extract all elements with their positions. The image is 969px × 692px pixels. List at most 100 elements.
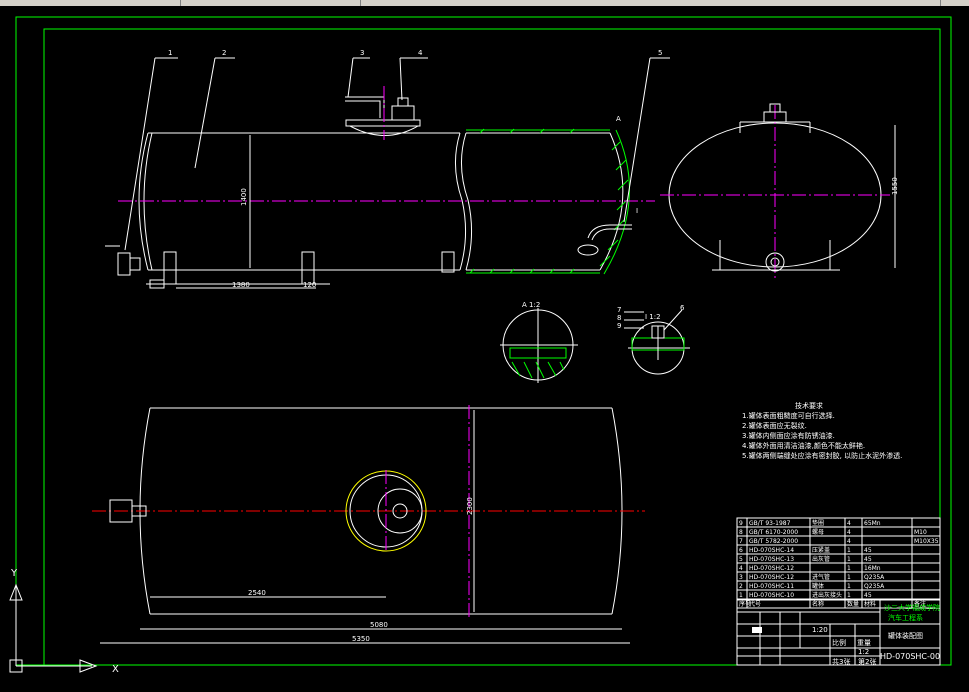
bom-cell: 1 (847, 583, 851, 590)
bom-table[interactable]: 9 GB/T 93-1987 垫圈 4 65Mn 8 GB/T 6170-2000 螺母 4 M1… (736, 517, 941, 609)
bom-cell: GB/T 5782-2000 (749, 538, 798, 545)
bom-header-cell: 名称 (812, 600, 824, 608)
bom-cell: 1 (847, 574, 851, 581)
drawing-canvas[interactable]: 1400 1380 120 1 2 3 4 5 A I 1550 A 1:2 I… (0, 6, 969, 688)
dim-120: 120 (303, 281, 316, 289)
top-view[interactable]: 2540 5080 5350 2300 (92, 405, 645, 644)
bom-cell: HD-070SHC-12 (749, 574, 794, 581)
detail-a[interactable]: A 1:2 (500, 301, 578, 383)
bom-cell: 1 (847, 556, 851, 563)
balloon-4: 4 (418, 49, 423, 57)
bom-cell: 16Mn (864, 565, 881, 572)
detail-i[interactable]: I 1:2 7 8 9 6 (617, 304, 690, 375)
bom-cell: 45 (864, 547, 872, 554)
section-mark-a: A (616, 115, 621, 123)
dim-5350: 5350 (352, 635, 370, 643)
ucs-axis-icon: Y X (9, 568, 119, 675)
dim-1550: 1550 (891, 177, 899, 195)
technical-notes: 技术要求 1.罐体表面粗糙度可自行选择. 2.罐体表面应无裂纹. 3.罐体内侧面… (742, 401, 902, 460)
drawing-number: HD-070SHC-00 (880, 652, 940, 661)
bom-header-cell: 代号 (749, 600, 761, 608)
drawing-name: 罐体装配图 (888, 631, 923, 640)
balloon-8: 8 (617, 314, 621, 322)
ucs-x-label: X (112, 664, 119, 675)
bom-cell: 4 (847, 520, 851, 527)
bom-cell: 6 (739, 547, 743, 554)
dim-2540: 2540 (248, 589, 266, 597)
bom-cell: GB/T 93-1987 (749, 520, 791, 527)
bom-cell: 1 (847, 547, 851, 554)
bom-cell: 罐体 (812, 582, 824, 590)
dim-1380: 1380 (232, 281, 250, 289)
bom-cell: HD-070SHC-11 (749, 583, 794, 590)
side-view[interactable]: 1550 (660, 103, 899, 280)
bom-cell: HD-070SHC-14 (749, 547, 794, 554)
bom-cell: 4 (847, 529, 851, 536)
department-name: 汽车工程系 (888, 613, 923, 622)
bom-cell: 8 (739, 529, 743, 536)
bom-cell: 压紧盖 (812, 546, 830, 554)
bom-cell: 1 (739, 592, 743, 599)
balloon-9: 9 (617, 322, 621, 330)
bom-cell: 螺母 (812, 528, 824, 536)
note-item: 4.罐体外面用清洁油漆,颜色不能太鲜艳. (742, 441, 865, 450)
bom-cell: 2 (739, 583, 743, 590)
dim-1400: 1400 (240, 188, 248, 206)
front-view[interactable]: 1400 1380 120 (105, 86, 655, 289)
detail-a-label: A 1:2 (522, 301, 540, 309)
bom-cell: 5 (739, 556, 743, 563)
bom-cell: Q235A (864, 574, 885, 581)
bom-cell: 进气管 (812, 573, 830, 581)
bom-cell: 4 (739, 565, 743, 572)
bom-cell: 出灰管 (812, 555, 830, 563)
bom-cell: 7 (739, 538, 743, 545)
inner-frame (43, 28, 941, 666)
bom-cell: 4 (847, 538, 851, 545)
section-mark-i: I (636, 207, 638, 215)
filled-cell (752, 627, 762, 633)
balloon-3: 3 (360, 49, 364, 57)
bom-cell: 9 (739, 520, 743, 527)
bom-cell: 45 (864, 556, 872, 563)
cad-drawing[interactable]: 1400 1380 120 1 2 3 4 5 A I 1550 A 1:2 I… (0, 6, 969, 688)
title-block[interactable]: 1:20 比例 重量 1:2 共3张 第2张 沙三大学福成学院 汽车工程系 罐体… (736, 599, 941, 666)
note-item: 3.罐体内侧面应涂有防锈油漆. (742, 431, 835, 440)
balloon-5: 5 (658, 49, 662, 57)
bom-header-cell: 数量 (847, 600, 859, 608)
bom-cell: 3 (739, 574, 743, 581)
bom-header-cell: 材料 (864, 600, 876, 608)
detail-i-label: I 1:2 (645, 313, 661, 321)
balloon-6: 6 (680, 304, 685, 312)
bom-cell: M10X35 (914, 538, 939, 545)
bom-cell: 进出灰接头 (812, 591, 842, 599)
scale-value: 1:2 (858, 648, 869, 656)
dim-5080: 5080 (370, 621, 388, 629)
front-view-balloons: 1 2 3 4 5 A I (124, 49, 670, 251)
balloon-1: 1 (168, 49, 172, 57)
bom-cell: 1 (847, 592, 851, 599)
sheet-number: 第2张 (858, 657, 876, 666)
bom-cell: 1 (847, 565, 851, 572)
school-name: 沙三大学福成学院 (884, 603, 940, 612)
weight-label: 重量 (857, 639, 871, 647)
balloon-7: 7 (617, 306, 621, 314)
ucs-y-label: Y (10, 568, 18, 579)
bom-cell: HD-070SHC-10 (749, 592, 794, 599)
notes-title: 技术要求 (795, 401, 823, 410)
note-item: 1.罐体表面粗糙度可自行选择. (742, 411, 835, 420)
title-ratio: 1:20 (812, 626, 828, 634)
balloon-2: 2 (222, 49, 226, 57)
bom-cell: HD-070SHC-13 (749, 556, 794, 563)
bom-cell: 65Mn (864, 520, 881, 527)
bom-cell: GB/T 6170-2000 (749, 529, 798, 536)
note-item: 5.罐体两侧端缝处应涂有密封胶, 以防止水泥外渗透. (742, 451, 902, 460)
bom-cell: 垫圈 (812, 519, 824, 527)
dim-2300: 2300 (466, 497, 474, 515)
bom-cell: M10 (914, 529, 927, 536)
sheets-total: 共3张 (832, 657, 850, 666)
outer-frame (15, 16, 952, 666)
scale-label: 比例 (832, 638, 846, 647)
bom-cell: HD-070SHC-12 (749, 565, 794, 572)
note-item: 2.罐体表面应无裂纹. (742, 421, 807, 430)
bom-cell: Q235A (864, 583, 885, 590)
